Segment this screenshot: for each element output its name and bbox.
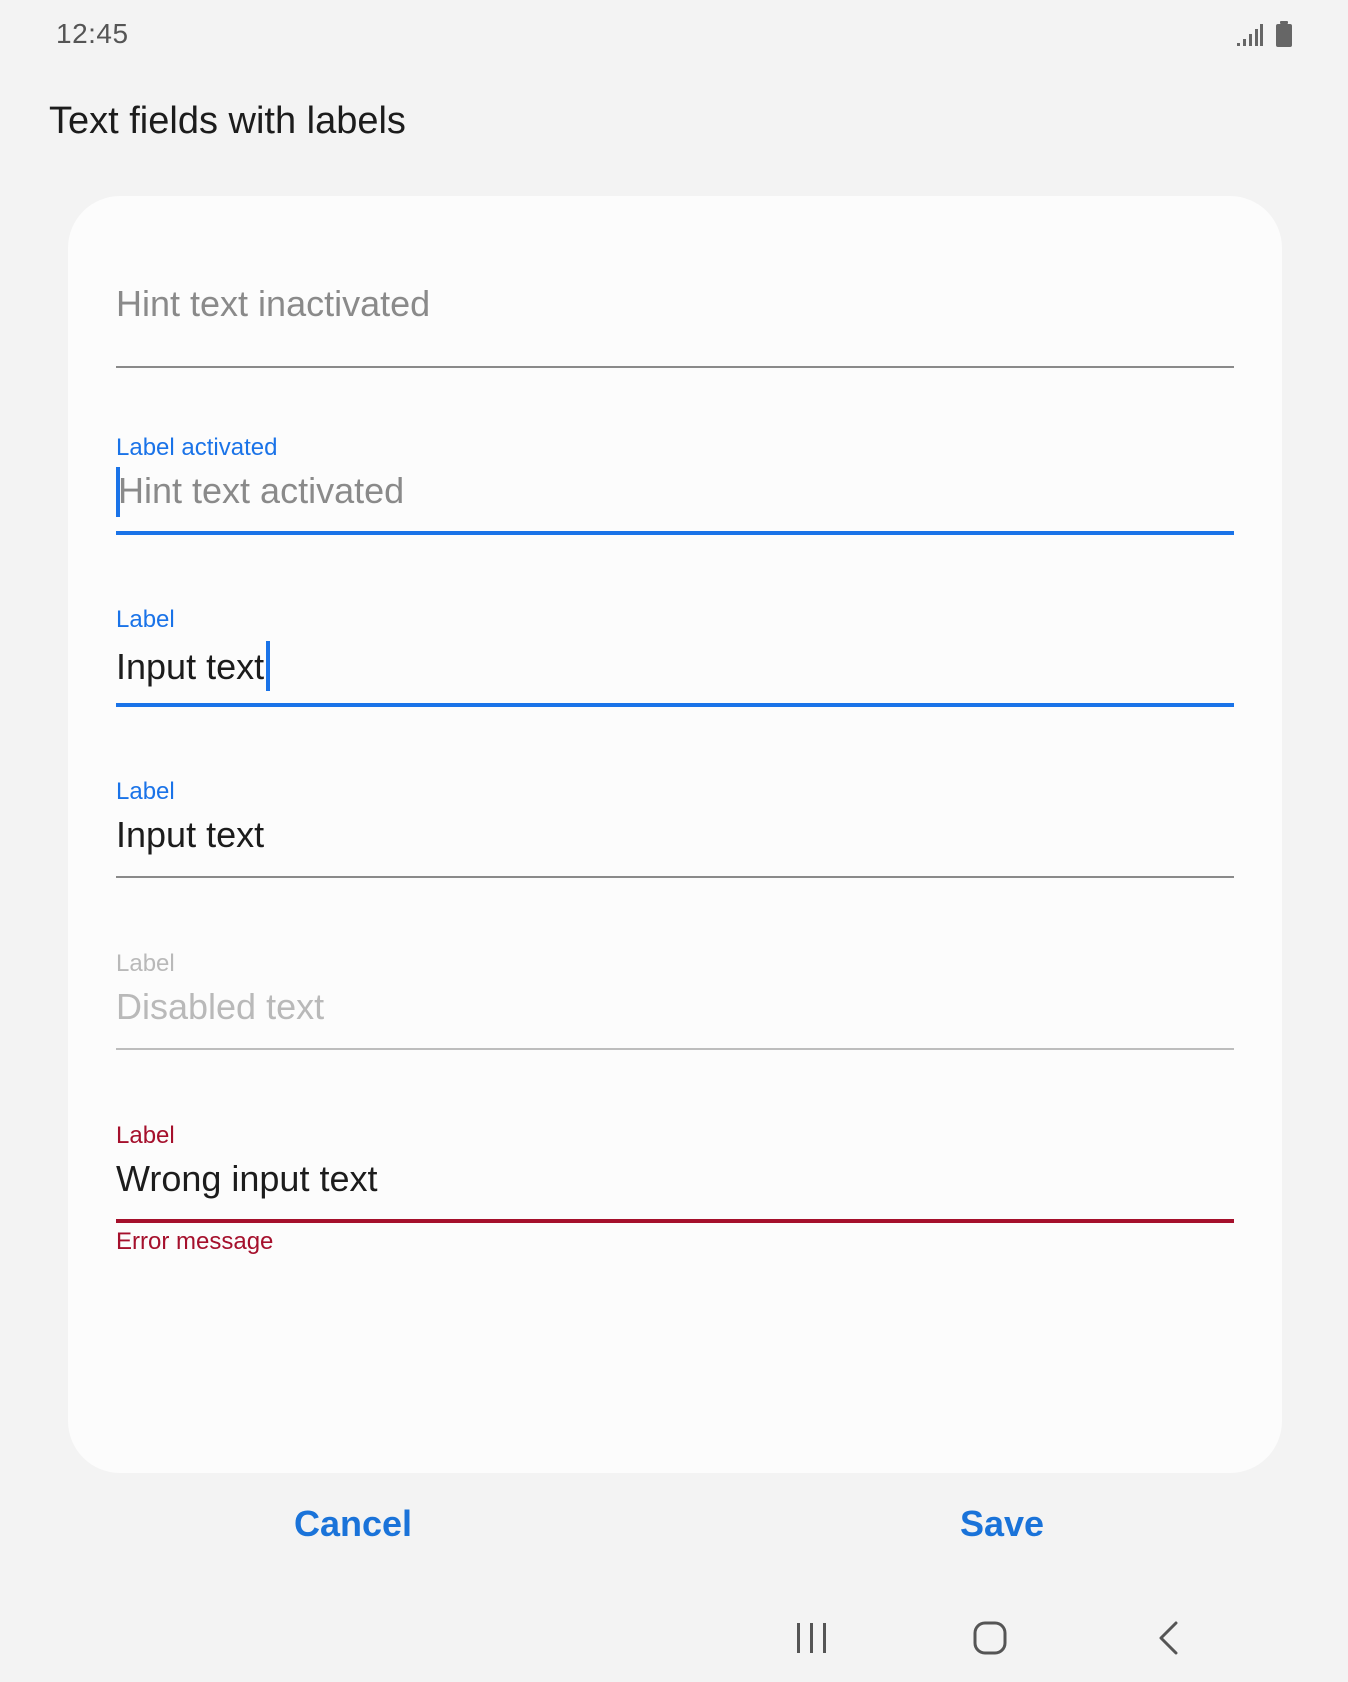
status-time: 12:45 bbox=[56, 18, 129, 49]
back-icon bbox=[1157, 1621, 1179, 1660]
field-underline-error bbox=[116, 1219, 1234, 1223]
page-title: Text fields with labels bbox=[49, 100, 406, 142]
input-text: Wrong input text bbox=[116, 1158, 378, 1199]
text-field-focused[interactable]: Label Input text bbox=[116, 603, 1234, 715]
field-label: Label bbox=[116, 778, 175, 805]
field-label: Label bbox=[116, 950, 175, 977]
text-field-activated[interactable]: Label activated Hint text activated bbox=[116, 431, 1234, 543]
save-button[interactable]: Save bbox=[960, 1503, 1044, 1545]
home-button[interactable] bbox=[950, 1610, 1030, 1670]
hint-text: Hint text inactivated bbox=[116, 283, 431, 324]
recent-apps-button[interactable] bbox=[772, 1610, 852, 1670]
text-field-error[interactable]: Label Wrong input text Error message bbox=[116, 1119, 1234, 1269]
field-underline bbox=[116, 366, 1234, 368]
error-message: Error message bbox=[116, 1228, 274, 1255]
field-underline-focused bbox=[116, 703, 1234, 707]
field-underline-disabled bbox=[116, 1048, 1234, 1050]
field-label-error: Label bbox=[116, 1122, 175, 1149]
text-field-inactive[interactable]: Hint text inactivated bbox=[116, 256, 1234, 368]
text-field-filled[interactable]: Label Input text bbox=[116, 775, 1234, 885]
input-text: Input text bbox=[116, 814, 265, 855]
disabled-text: Disabled text bbox=[116, 986, 325, 1027]
recent-apps-icon bbox=[795, 1622, 829, 1659]
text-field-disabled: Label Disabled text bbox=[116, 947, 1234, 1057]
home-icon bbox=[973, 1621, 1007, 1660]
cancel-button[interactable]: Cancel bbox=[294, 1503, 412, 1545]
hint-text: Hint text activated bbox=[118, 470, 405, 511]
input-value: Input text bbox=[116, 646, 265, 687]
navigation-bar bbox=[0, 1600, 1348, 1682]
input-text: Input text bbox=[116, 641, 271, 691]
back-button[interactable] bbox=[1128, 1610, 1208, 1670]
field-label: Label bbox=[116, 606, 175, 633]
battery-icon bbox=[1275, 21, 1293, 52]
field-label: Label activated bbox=[116, 434, 278, 461]
field-underline bbox=[116, 876, 1234, 878]
status-bar: 12:45 bbox=[0, 0, 1348, 68]
text-cursor bbox=[266, 641, 271, 691]
text-fields-card: Hint text inactivated Label activated Hi… bbox=[68, 196, 1282, 1473]
field-underline-focused bbox=[116, 531, 1234, 535]
signal-icon bbox=[1237, 24, 1263, 51]
